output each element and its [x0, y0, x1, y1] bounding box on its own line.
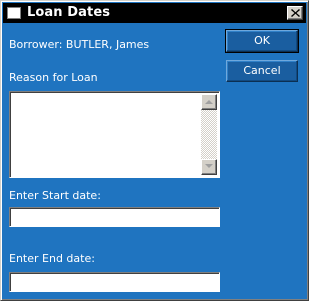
- start-date-input[interactable]: [9, 207, 220, 227]
- end-date-label: Enter End date:: [9, 252, 95, 265]
- reason-textarea[interactable]: [12, 94, 202, 175]
- start-date-label: Enter Start date:: [9, 189, 101, 202]
- reason-scrollbar[interactable]: [201, 94, 217, 175]
- scroll-down-button[interactable]: [201, 159, 217, 175]
- scroll-up-button[interactable]: [201, 94, 217, 110]
- arrow-down-icon: [205, 164, 213, 168]
- close-icon: [291, 9, 300, 17]
- title-bar[interactable]: Loan Dates: [3, 3, 306, 23]
- loan-dates-dialog: Loan Dates Borrower: BUTLER, James Reaso…: [0, 0, 309, 301]
- cancel-button[interactable]: Cancel: [226, 60, 298, 82]
- borrower-label: Borrower: BUTLER, James: [9, 38, 150, 51]
- arrow-up-icon: [205, 100, 213, 104]
- ok-button[interactable]: OK: [225, 29, 299, 53]
- dialog-title: Loan Dates: [27, 5, 111, 20]
- end-date-input[interactable]: [9, 272, 220, 292]
- window-icon: [7, 7, 21, 19]
- close-button[interactable]: [287, 6, 303, 20]
- reason-memo: [9, 91, 220, 178]
- reason-label: Reason for Loan: [9, 71, 98, 84]
